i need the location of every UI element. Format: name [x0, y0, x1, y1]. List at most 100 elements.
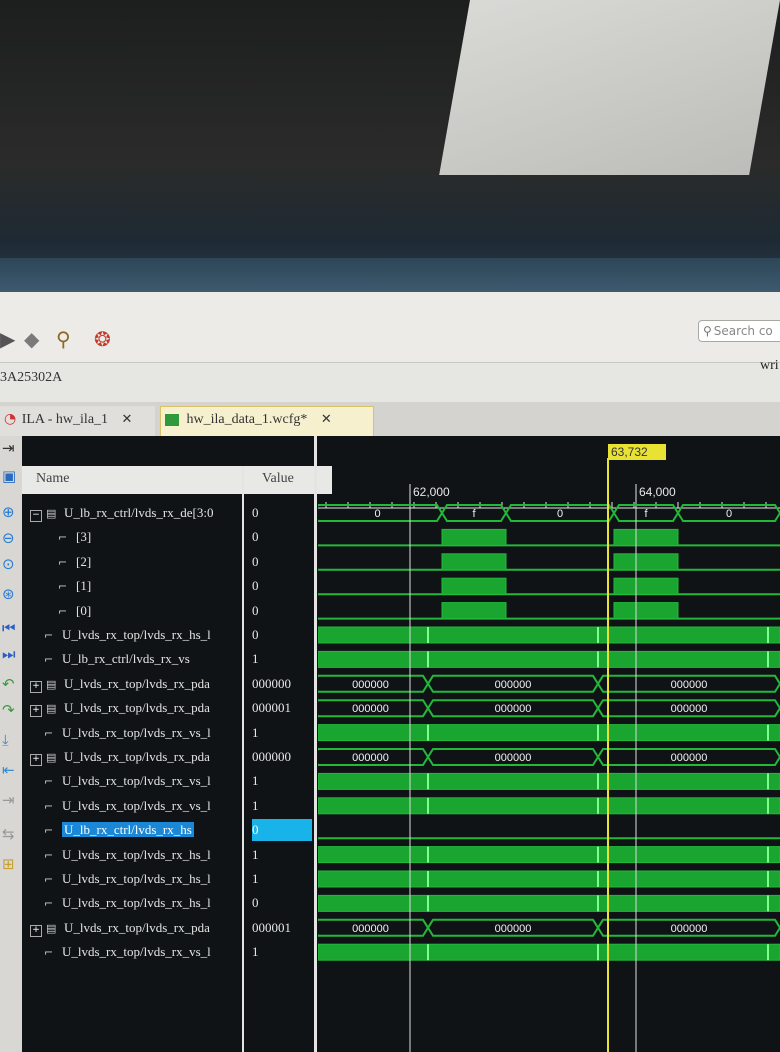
- bus-signal-icon: ▤: [46, 507, 57, 520]
- bit-trace-high: [318, 846, 780, 864]
- signal-row[interactable]: ⌐ U_lvds_rx_top/lvds_rx_hs_l: [44, 892, 242, 914]
- right-label: wri: [760, 358, 779, 373]
- name-column-header[interactable]: Name: [22, 466, 254, 494]
- expand-icon[interactable]: +: [30, 924, 42, 937]
- signal-value: 000001: [252, 919, 291, 935]
- signal-row[interactable]: ⌐ U_lb_rx_ctrl/lvds_rx_hs: [44, 819, 242, 841]
- waveform-tool-strip: ⇥ ▣ ⊕ ⊖ ⊙ ⊛ ⏮ ⏭ ↶ ↷ ⤓ ⇤ ⇥ ⇆ ⊞: [0, 436, 23, 1052]
- tab-bar: ◔ ILA - hw_ila_1 ✕ hw_ila_data_1.wcfg* ✕: [0, 402, 780, 438]
- signal-value: 1: [252, 846, 259, 862]
- prev-marker-icon[interactable]: ⇤: [2, 762, 15, 778]
- signal-row[interactable]: + ▤ U_lvds_rx_top/lvds_rx_pda: [30, 697, 242, 719]
- zoom-in-icon[interactable]: ⊕: [2, 504, 15, 520]
- bit-signal-icon: ⌐: [58, 604, 68, 618]
- signal-value: 000000: [252, 749, 291, 764]
- bit-signal-icon: ⌐: [44, 775, 54, 789]
- signal-row[interactable]: + ▤ U_lvds_rx_top/lvds_rx_pda: [30, 673, 242, 695]
- bit-signal-icon: ⌐: [44, 629, 54, 642]
- go-start-icon[interactable]: ⏮: [2, 620, 16, 636]
- signal-name: U_lvds_rx_top/lvds_rx_vs_l: [62, 724, 211, 740]
- signal-value: 0: [252, 819, 312, 842]
- signal-row[interactable]: ⌐ [1]: [58, 575, 242, 597]
- save-icon[interactable]: ▣: [2, 468, 16, 484]
- signal-row[interactable]: ⌐ U_lvds_rx_top/lvds_rx_hs_l: [44, 868, 242, 890]
- signal-name: U_lvds_rx_top/lvds_rx_pda: [64, 919, 210, 935]
- signal-value: 1: [252, 773, 259, 789]
- go-end-icon[interactable]: ⏭: [2, 646, 16, 662]
- signal-name: [1]: [76, 578, 92, 594]
- collapse-icon[interactable]: −: [30, 510, 42, 522]
- list-wave-divider[interactable]: [314, 436, 317, 1052]
- bus-trace-value: 000000: [495, 703, 532, 715]
- waveform-icon: [165, 413, 179, 426]
- signal-row[interactable]: ⌐ [2]: [58, 551, 242, 573]
- next-marker-icon[interactable]: ⇥: [2, 792, 15, 808]
- bit-trace-pulse: [613, 528, 679, 546]
- bit-signal-icon: ⌐: [58, 555, 68, 569]
- zoom-fit-icon[interactable]: ⊙: [2, 556, 15, 572]
- signal-value: 0: [252, 602, 259, 618]
- signal-name: U_lvds_rx_top/lvds_rx_vs_l: [62, 944, 211, 960]
- close-icon[interactable]: ✕: [122, 412, 133, 427]
- bit-trace-pulse: [441, 553, 507, 571]
- signal-value: 0: [252, 505, 259, 520]
- signal-row[interactable]: ⌐ U_lvds_rx_top/lvds_rx_vs_l: [44, 795, 242, 817]
- zoom-cursor-icon[interactable]: ⊛: [2, 586, 15, 602]
- next-transition-icon[interactable]: ↷: [2, 702, 15, 718]
- bit-signal-icon: ⌐: [44, 824, 54, 838]
- tab-ila-label: ILA - hw_ila_1: [21, 412, 109, 427]
- snap-icon[interactable]: ⊞: [2, 856, 15, 872]
- bit-trace-high: [318, 626, 780, 644]
- arrow-icon[interactable]: ⇥: [2, 440, 15, 456]
- ila-icon: ◔: [4, 411, 17, 427]
- signal-row[interactable]: ⌐ U_lvds_rx_top/lvds_rx_vs_l: [44, 722, 242, 744]
- signal-name: U_lvds_rx_top/lvds_rx_vs_l: [62, 773, 211, 789]
- signal-row[interactable]: ⌐ U_lb_rx_ctrl/lvds_rx_vs: [44, 648, 242, 670]
- expand-icon[interactable]: +: [30, 705, 42, 718]
- signal-name: U_lb_rx_ctrl/lvds_rx_de[3:0: [64, 505, 214, 520]
- close-icon[interactable]: ✕: [321, 412, 332, 427]
- signal-name: [2]: [76, 553, 92, 569]
- signal-row[interactable]: ⌐ U_lvds_rx_top/lvds_rx_vs_l: [44, 770, 242, 792]
- swap-cursors-icon[interactable]: ⇆: [2, 826, 15, 842]
- bit-trace-pulse: [441, 602, 507, 620]
- bit-trace-high: [318, 797, 780, 815]
- tab-waveform[interactable]: hw_ila_data_1.wcfg* ✕: [160, 406, 374, 437]
- name-value-divider[interactable]: [242, 466, 244, 1052]
- signal-row[interactable]: + ▤ U_lvds_rx_top/lvds_rx_pda: [30, 917, 242, 939]
- cursor-value-label: 63,732: [611, 445, 648, 459]
- signal-row[interactable]: − ▤ U_lb_rx_ctrl/lvds_rx_de[3:0: [30, 502, 242, 524]
- search-input[interactable]: Search co: [698, 320, 780, 342]
- waveform-canvas[interactable]: 62,000 64,0000 f 0 f 0000000 000000 00000000000…: [318, 436, 780, 1052]
- expand-icon[interactable]: +: [30, 754, 42, 766]
- bit-trace-high: [318, 772, 780, 790]
- add-marker-icon[interactable]: ⤓: [2, 732, 9, 748]
- pin-icon[interactable]: ⚲: [56, 328, 71, 350]
- bus-trace-value: 000000: [352, 703, 389, 715]
- signal-value: 1: [252, 797, 259, 813]
- signal-value: 1: [252, 944, 259, 960]
- debug-icon[interactable]: ❂: [94, 328, 111, 350]
- signal-row[interactable]: ⌐ U_lvds_rx_top/lvds_rx_hs_l: [44, 844, 242, 866]
- tab-ila[interactable]: ◔ ILA - hw_ila_1 ✕: [0, 406, 155, 436]
- device-label: 3A25302A: [0, 370, 63, 385]
- signal-name: [3]: [76, 529, 92, 545]
- signal-row[interactable]: ⌐ [3]: [58, 526, 242, 548]
- zoom-out-icon[interactable]: ⊖: [2, 530, 15, 546]
- signal-row[interactable]: ⌐ U_lvds_rx_top/lvds_rx_hs_l: [44, 624, 242, 646]
- bit-signal-icon: ⌐: [44, 873, 54, 886]
- waveform-viewer[interactable]: Name Value − ▤ U_lb_rx_ctrl/lvds_rx_de[3:0…: [22, 436, 780, 1052]
- bit-trace-high: [318, 943, 780, 961]
- signal-row[interactable]: ⌐ [0]: [58, 600, 242, 622]
- probe-icon[interactable]: ▶: [0, 328, 15, 350]
- signal-value: 1: [252, 724, 259, 740]
- signal-name: U_lvds_rx_top/lvds_rx_hs_l: [62, 895, 211, 911]
- expand-icon[interactable]: +: [30, 680, 42, 693]
- bus-trace-value: 000000: [352, 752, 389, 764]
- prev-transition-icon[interactable]: ↶: [2, 676, 15, 692]
- bus-trace-value: f: [644, 508, 648, 520]
- diamond-icon[interactable]: ◆: [24, 328, 39, 350]
- signal-row[interactable]: + ▤ U_lvds_rx_top/lvds_rx_pda: [30, 746, 242, 768]
- signal-value: 1: [252, 871, 259, 886]
- signal-row[interactable]: ⌐ U_lvds_rx_top/lvds_rx_vs_l: [44, 941, 242, 963]
